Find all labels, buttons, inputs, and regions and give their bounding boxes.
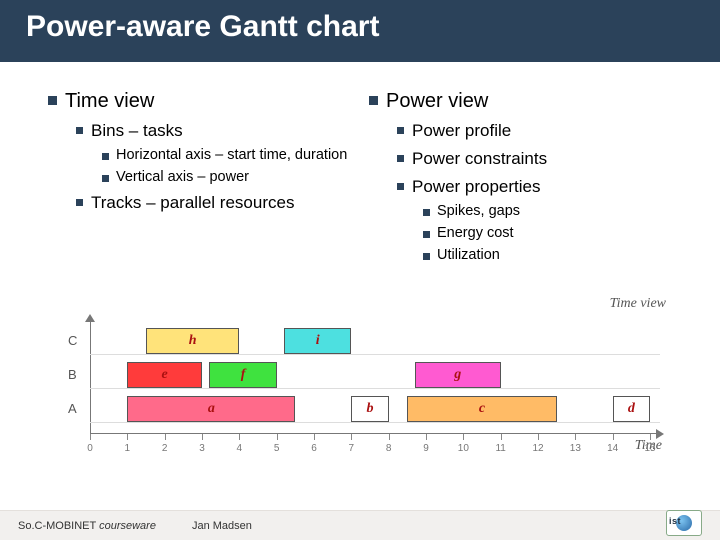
content-columns: Time view Bins – tasks Horizontal axis –… xyxy=(0,62,720,273)
x-tick-label: 3 xyxy=(199,443,205,454)
bullet-icon xyxy=(369,96,378,105)
x-tick-label: 10 xyxy=(458,443,469,454)
bullet-icon xyxy=(397,155,404,162)
gantt-chart: Time view Time ABCabcdefghi0123456789101… xyxy=(60,318,660,478)
x-tick-label: 1 xyxy=(125,443,131,454)
track-label: B xyxy=(68,367,77,382)
x-tick xyxy=(575,434,576,440)
x-tick xyxy=(314,434,315,440)
left-heading: Time view xyxy=(65,90,154,113)
x-tick-label: 12 xyxy=(532,443,543,454)
bins-label: Bins – tasks xyxy=(91,121,183,141)
footer: So.C-MOBINET courseware Jan Madsen ist xyxy=(0,510,720,540)
x-tick xyxy=(426,434,427,440)
right-heading: Power view xyxy=(386,90,488,113)
courseware-label: So.C-MOBINET courseware xyxy=(18,520,156,532)
slide: Power-aware Gantt chart Time view Bins –… xyxy=(0,0,720,540)
bullet-icon xyxy=(423,209,430,216)
task-bar-e: e xyxy=(127,362,202,388)
x-tick xyxy=(239,434,240,440)
grid-line xyxy=(90,354,660,355)
x-tick xyxy=(650,434,651,440)
x-tick-label: 6 xyxy=(311,443,317,454)
courseware-prefix: So.C-MOBINET xyxy=(18,520,96,532)
x-tick-label: 8 xyxy=(386,443,392,454)
x-tick-label: 9 xyxy=(423,443,429,454)
bullet-text: Power properties xyxy=(412,177,541,197)
x-tick xyxy=(613,434,614,440)
task-bar-d: d xyxy=(613,396,650,422)
bullet-icon xyxy=(423,231,430,238)
left-column: Time view Bins – tasks Horizontal axis –… xyxy=(48,90,369,273)
ist-logo: ist xyxy=(666,510,702,536)
bullet-icon xyxy=(102,175,109,182)
x-tick xyxy=(538,434,539,440)
bullet-icon xyxy=(397,127,404,134)
x-tick xyxy=(202,434,203,440)
x-tick-label: 14 xyxy=(607,443,618,454)
bullet-text: Horizontal axis – start time, duration xyxy=(116,147,347,163)
x-tick xyxy=(351,434,352,440)
x-tick xyxy=(501,434,502,440)
bullet-icon xyxy=(102,153,109,160)
bullet-icon xyxy=(423,253,430,260)
bullet-text: Spikes, gaps xyxy=(437,203,520,219)
task-bar-a: a xyxy=(127,396,295,422)
courseware-suffix: courseware xyxy=(99,520,156,532)
title-bar: Power-aware Gantt chart xyxy=(0,0,720,62)
x-tick xyxy=(90,434,91,440)
bullet-text: Vertical axis – power xyxy=(116,169,249,185)
task-bar-c: c xyxy=(407,396,556,422)
right-column: Power view Power profile Power constrain… xyxy=(369,90,690,273)
x-tick-label: 0 xyxy=(87,443,93,454)
bullet-icon xyxy=(76,199,83,206)
arrow-up-icon xyxy=(85,314,95,322)
y-axis xyxy=(90,318,91,434)
bullet-text: Power profile xyxy=(412,121,511,141)
x-tick xyxy=(165,434,166,440)
task-bar-f: f xyxy=(209,362,276,388)
x-tick xyxy=(277,434,278,440)
track-label: C xyxy=(68,333,77,348)
logo-text: ist xyxy=(669,516,681,526)
x-tick-label: 13 xyxy=(570,443,581,454)
bullet-icon xyxy=(397,183,404,190)
x-tick-label: 5 xyxy=(274,443,280,454)
task-bar-b: b xyxy=(351,396,388,422)
slide-title: Power-aware Gantt chart xyxy=(26,10,700,44)
x-tick xyxy=(127,434,128,440)
bullet-icon xyxy=(76,127,83,134)
author-label: Jan Madsen xyxy=(192,520,252,532)
grid-line xyxy=(90,388,660,389)
chart-title: Time view xyxy=(610,296,666,312)
bullet-text: Utilization xyxy=(437,247,500,263)
x-tick xyxy=(389,434,390,440)
x-tick-label: 4 xyxy=(237,443,243,454)
bullet-text: Power constraints xyxy=(412,149,547,169)
x-tick-label: 11 xyxy=(495,443,505,454)
tracks-label: Tracks – parallel resources xyxy=(91,193,294,213)
bullet-text: Energy cost xyxy=(437,225,514,241)
task-bar-i: i xyxy=(284,328,351,354)
task-bar-h: h xyxy=(146,328,239,354)
x-tick-label: 2 xyxy=(162,443,168,454)
track-label: A xyxy=(68,401,77,416)
x-tick xyxy=(463,434,464,440)
x-tick-label: 7 xyxy=(349,443,355,454)
bullet-icon xyxy=(48,96,57,105)
task-bar-g: g xyxy=(415,362,501,388)
grid-line xyxy=(90,422,660,423)
x-tick-label: 15 xyxy=(644,443,655,454)
